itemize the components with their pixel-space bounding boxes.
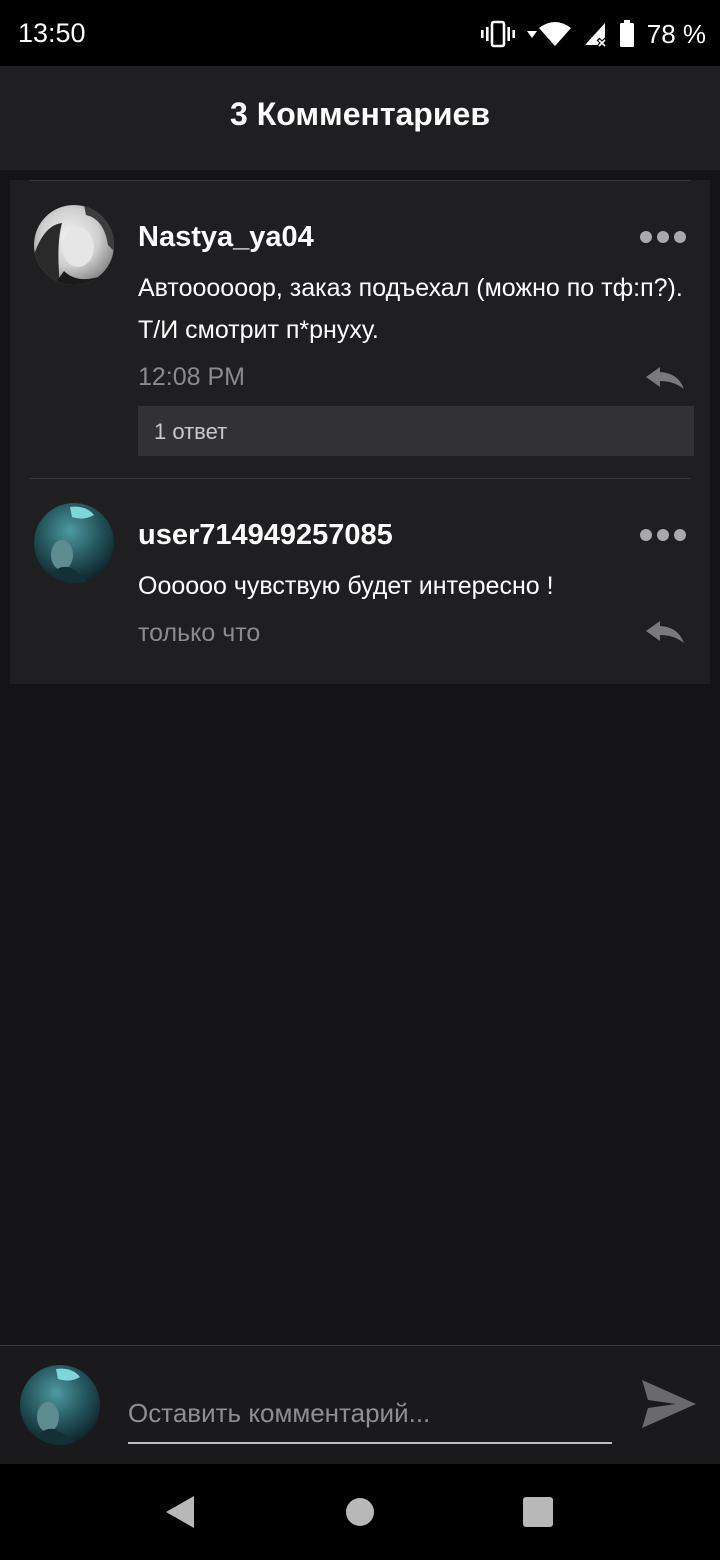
- status-icons: 78 %: [480, 16, 706, 52]
- battery-percent: 78 %: [646, 18, 706, 49]
- comment-timestamp: только что: [138, 619, 261, 647]
- comment-text: Оооооо чувствую будет интересно !: [138, 572, 554, 600]
- avatar: [20, 1365, 100, 1445]
- dot: [657, 231, 669, 243]
- back-icon: [166, 1496, 194, 1528]
- comment-item: Nastya_ya04 Автоооооор, заказ подъехал (…: [10, 181, 710, 478]
- reply-icon: [646, 367, 684, 389]
- wifi-icon: [525, 20, 573, 48]
- comment-item: user714949257085 Оооооо чувствую будет и…: [10, 479, 710, 684]
- page-title: 3 Комментариев: [230, 96, 490, 132]
- more-options-button[interactable]: [640, 525, 686, 545]
- send-button[interactable]: [640, 1378, 698, 1430]
- comment-timestamp: 12:08 PM: [138, 363, 246, 391]
- cell-signal-icon: [583, 21, 609, 47]
- replies-count: 1 ответ: [154, 419, 228, 444]
- navigation-bar: [0, 1464, 720, 1560]
- comment-input[interactable]: [128, 1384, 612, 1444]
- header: 3 Комментариев: [0, 66, 720, 170]
- recents-button[interactable]: [523, 1497, 553, 1527]
- battery-icon: [619, 20, 635, 48]
- dot: [657, 529, 669, 541]
- dot: [640, 529, 652, 541]
- reply-button[interactable]: [642, 615, 686, 647]
- comment-username[interactable]: Nastya_ya04: [138, 221, 314, 254]
- status-bar: 13:50 78 %: [0, 0, 720, 66]
- reply-button[interactable]: [642, 361, 686, 393]
- avatar[interactable]: [34, 503, 114, 583]
- avatar[interactable]: [34, 205, 114, 285]
- dot: [674, 231, 686, 243]
- home-button[interactable]: [346, 1498, 374, 1526]
- vibrate-icon: [480, 19, 515, 49]
- reply-icon: [646, 621, 684, 643]
- back-button[interactable]: [164, 1494, 196, 1530]
- comment-list: Nastya_ya04 Автоооооор, заказ подъехал (…: [10, 180, 710, 684]
- comment-text: Автоооооор, заказ подъехал (можно по тф:…: [138, 274, 683, 344]
- comment-username[interactable]: user714949257085: [138, 519, 393, 552]
- status-time: 13:50: [18, 18, 86, 48]
- send-icon: [642, 1380, 696, 1428]
- more-options-button[interactable]: [640, 227, 686, 247]
- compose-bar: [0, 1345, 720, 1465]
- dot: [674, 529, 686, 541]
- dot: [640, 231, 652, 243]
- view-replies-button[interactable]: 1 ответ: [138, 406, 694, 456]
